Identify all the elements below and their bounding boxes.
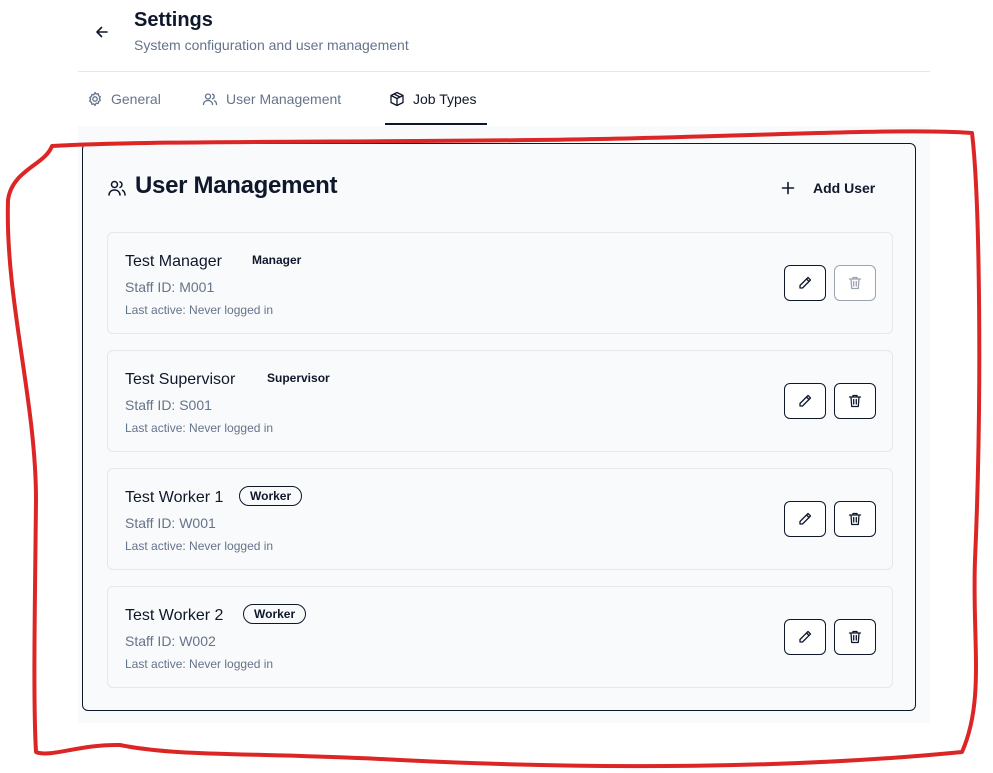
gear-icon bbox=[89, 91, 101, 107]
trash-icon bbox=[848, 394, 862, 408]
card-title: User Management bbox=[135, 172, 338, 199]
pencil-icon bbox=[799, 276, 812, 289]
role-badge: Worker bbox=[243, 604, 307, 624]
user-card: Test Worker 1 Worker Staff ID: W001 Last… bbox=[107, 468, 893, 570]
page-title: Settings bbox=[134, 9, 213, 31]
role-badge: Manager bbox=[252, 253, 302, 267]
active-tab-indicator bbox=[385, 123, 487, 125]
user-card: Test Manager Manager Staff ID: M001 Last… bbox=[107, 232, 893, 334]
staff-id: Staff ID: W001 bbox=[125, 515, 216, 531]
package-icon bbox=[390, 91, 404, 107]
user-card: Test Worker 2 Worker Staff ID: W002 Last… bbox=[107, 586, 893, 688]
user-management-card: User Management Add User Test Manager Ma… bbox=[82, 143, 916, 711]
delete-user-button[interactable] bbox=[834, 265, 876, 301]
settings-tabs: General User Management Job Types bbox=[78, 72, 930, 127]
page-subtitle: System configuration and user management bbox=[134, 37, 409, 53]
user-name: Test Supervisor bbox=[125, 371, 236, 388]
pencil-icon bbox=[799, 630, 812, 643]
user-card: Test Supervisor Supervisor Staff ID: S00… bbox=[107, 350, 893, 452]
pencil-icon bbox=[799, 512, 812, 525]
add-user-button[interactable]: Add User bbox=[781, 176, 875, 200]
delete-user-button[interactable] bbox=[834, 383, 876, 419]
add-user-label: Add User bbox=[813, 180, 876, 196]
plus-icon bbox=[781, 181, 795, 195]
edit-user-button[interactable] bbox=[784, 265, 826, 301]
tab-general[interactable]: General bbox=[87, 72, 161, 126]
back-button[interactable] bbox=[90, 20, 114, 44]
tab-job-types-label: Job Types bbox=[413, 91, 477, 107]
arrow-left-icon bbox=[96, 26, 108, 38]
pencil-icon bbox=[799, 394, 812, 407]
edit-user-button[interactable] bbox=[784, 619, 826, 655]
user-name: Test Manager bbox=[125, 253, 222, 270]
trash-icon bbox=[848, 512, 862, 526]
tab-user-management[interactable]: User Management bbox=[202, 72, 341, 126]
last-active: Last active: Never logged in bbox=[125, 539, 274, 553]
users-icon bbox=[108, 180, 126, 196]
users-icon bbox=[202, 93, 218, 106]
delete-user-button[interactable] bbox=[834, 501, 876, 537]
tab-general-label: General bbox=[111, 91, 161, 107]
delete-user-button[interactable] bbox=[834, 619, 876, 655]
staff-id: Staff ID: M001 bbox=[125, 279, 215, 295]
staff-id: Staff ID: W002 bbox=[125, 633, 216, 649]
edit-user-button[interactable] bbox=[784, 501, 826, 537]
tab-user-management-label: User Management bbox=[226, 91, 342, 107]
role-badge: Worker bbox=[239, 486, 303, 506]
user-name: Test Worker 2 bbox=[125, 607, 224, 624]
user-name: Test Worker 1 bbox=[125, 489, 224, 506]
staff-id: Staff ID: S001 bbox=[125, 397, 212, 413]
trash-icon bbox=[848, 276, 862, 290]
last-active: Last active: Never logged in bbox=[125, 303, 274, 317]
edit-user-button[interactable] bbox=[784, 383, 826, 419]
tab-job-types[interactable]: Job Types bbox=[389, 72, 477, 126]
last-active: Last active: Never logged in bbox=[125, 421, 274, 435]
trash-icon bbox=[848, 630, 862, 644]
last-active: Last active: Never logged in bbox=[125, 657, 274, 671]
page-header: Settings System configuration and user m… bbox=[0, 0, 993, 72]
role-badge: Supervisor bbox=[267, 371, 330, 385]
